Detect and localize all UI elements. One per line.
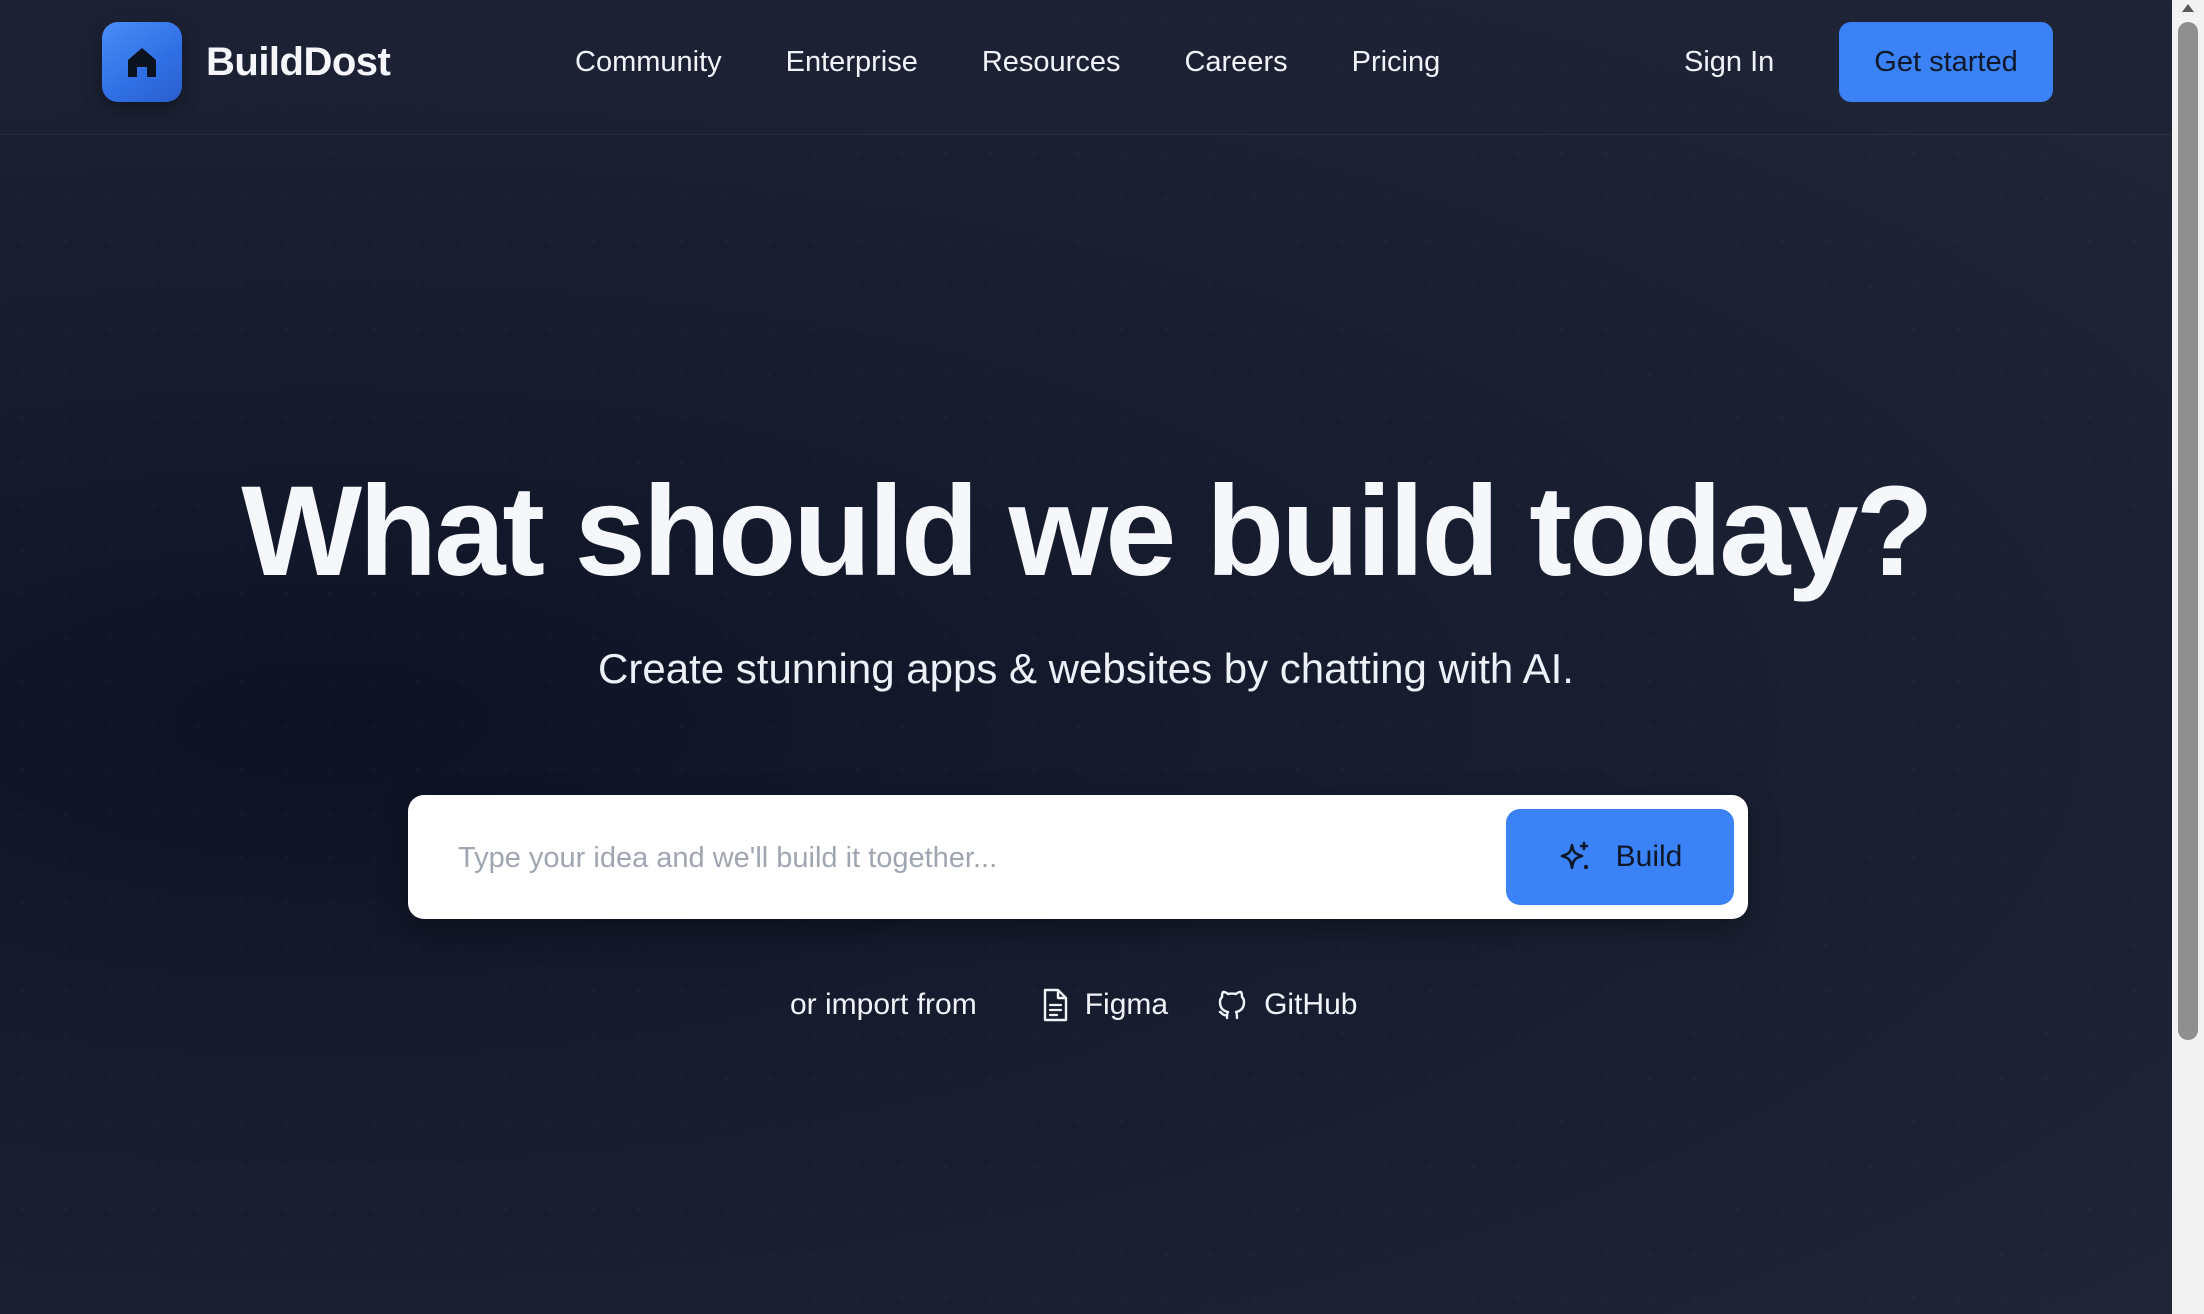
sparkle-icon bbox=[1560, 841, 1588, 870]
build-button-label: Build bbox=[1615, 840, 1683, 873]
sign-in-link[interactable]: Sign In bbox=[1684, 38, 1774, 86]
file-icon bbox=[1041, 988, 1069, 1022]
hero-title: What should we build today? bbox=[241, 460, 1934, 603]
github-icon bbox=[1216, 988, 1248, 1022]
import-github-link[interactable]: GitHub bbox=[1216, 988, 1357, 1022]
get-started-button[interactable]: Get started bbox=[1839, 22, 2053, 102]
nav-item-community[interactable]: Community bbox=[575, 38, 722, 86]
house-icon bbox=[128, 48, 156, 77]
page-scrollbar[interactable] bbox=[2172, 0, 2204, 1314]
import-github-label: GitHub bbox=[1264, 988, 1358, 1021]
import-figma-link[interactable]: Figma bbox=[1041, 988, 1168, 1022]
hero-subtitle: Create stunning apps & websites by chatt… bbox=[598, 645, 1574, 692]
nav-item-enterprise[interactable]: Enterprise bbox=[786, 38, 918, 86]
import-options: or import from Figma GitHub bbox=[790, 980, 1405, 1030]
top-navigation-bar: BuildDost Community Enterprise Resources… bbox=[0, 0, 2172, 135]
nav-item-careers[interactable]: Careers bbox=[1184, 38, 1287, 86]
idea-input[interactable] bbox=[456, 827, 1460, 889]
logo[interactable] bbox=[102, 22, 182, 102]
nav-item-resources[interactable]: Resources bbox=[982, 38, 1121, 86]
scrollbar-thumb[interactable] bbox=[2178, 22, 2198, 1040]
main-nav: Community Enterprise Resources Careers P… bbox=[575, 38, 1504, 86]
idea-prompt-box: Build bbox=[408, 795, 1748, 919]
scroll-up-arrow-icon[interactable] bbox=[2182, 4, 2194, 12]
import-label: or import from bbox=[790, 988, 977, 1021]
import-figma-label: Figma bbox=[1084, 988, 1169, 1021]
brand-name[interactable]: BuildDost bbox=[206, 36, 391, 88]
build-button[interactable]: Build bbox=[1506, 809, 1734, 905]
nav-item-pricing[interactable]: Pricing bbox=[1352, 38, 1441, 86]
